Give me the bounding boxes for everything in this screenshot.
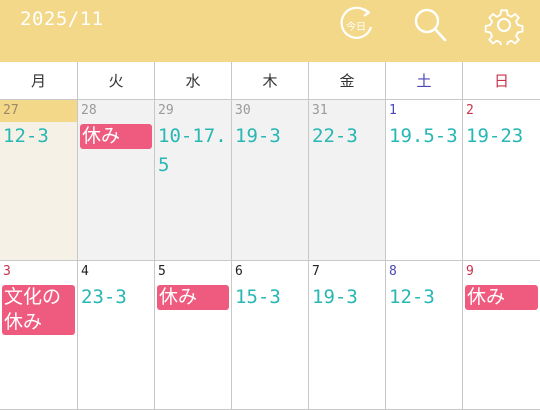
day-cell[interactable]: 4 23-3: [78, 261, 155, 410]
shift-time-entry[interactable]: 12-3: [386, 283, 462, 312]
gear-icon[interactable]: [484, 5, 524, 45]
day-number: 31: [312, 103, 328, 118]
day-cell[interactable]: 7 19-3: [309, 261, 386, 410]
day-off-badge[interactable]: 文化の休み: [2, 285, 75, 335]
shift-time-entry[interactable]: 15-3: [232, 283, 308, 312]
shift-time-entry[interactable]: 19.5-3: [386, 122, 462, 151]
day-number: 5: [158, 264, 166, 279]
day-cell[interactable]: 6 15-3: [232, 261, 309, 410]
day-number: 8: [389, 264, 397, 279]
today-calendar-icon[interactable]: 今日: [337, 5, 377, 45]
shift-time-entry[interactable]: 12-3: [0, 122, 77, 151]
weekday-header: 月 火 水 木 金 土 日: [0, 62, 540, 100]
day-number: 27: [0, 100, 77, 122]
day-cell[interactable]: 28 休み: [78, 100, 155, 261]
shift-time-entry[interactable]: 23-3: [78, 283, 154, 312]
day-cell[interactable]: 29 10-17.5: [155, 100, 232, 261]
day-off-badge[interactable]: 休み: [465, 285, 538, 310]
weekday-sun: 日: [493, 72, 509, 90]
day-number: 7: [312, 264, 320, 279]
weekday-sat: 土: [386, 62, 463, 99]
weekday-thu: 木: [232, 62, 309, 99]
search-icon[interactable]: [410, 5, 450, 45]
today-icon-label: 今日: [346, 20, 366, 33]
shift-time-entry[interactable]: 19-23: [463, 122, 540, 151]
month-title[interactable]: 2025/11: [20, 8, 104, 30]
weekday-fri: 金: [309, 62, 386, 99]
day-number: 29: [158, 103, 174, 118]
day-cell[interactable]: 8 12-3: [386, 261, 463, 410]
day-number: 2: [466, 103, 474, 118]
day-cell[interactable]: 5 休み: [155, 261, 232, 410]
day-off-badge[interactable]: 休み: [80, 124, 152, 149]
app-header: 2025/11 今日: [0, 0, 540, 62]
day-cell[interactable]: 3 文化の休み: [0, 261, 78, 410]
day-number: 28: [81, 103, 97, 118]
day-number: 4: [81, 264, 89, 279]
day-number: 30: [235, 103, 251, 118]
weekday-mon: 月: [0, 62, 78, 99]
day-off-badge[interactable]: 休み: [157, 285, 229, 310]
day-number: 3: [3, 264, 11, 279]
day-cell[interactable]: 9 休み: [463, 261, 540, 410]
shift-time-entry[interactable]: 19-3: [232, 122, 308, 151]
day-cell[interactable]: 31 22-3: [309, 100, 386, 261]
day-number: 6: [235, 264, 243, 279]
shift-time-entry[interactable]: 10-17.5: [155, 122, 231, 180]
day-number: 1: [389, 103, 397, 118]
shift-time-entry[interactable]: 22-3: [309, 122, 385, 151]
day-cell[interactable]: 27 12-3: [0, 100, 78, 261]
day-cell[interactable]: 1 19.5-3: [386, 100, 463, 261]
weekday-wed: 水: [155, 62, 232, 99]
day-number: 9: [466, 264, 474, 279]
shift-time-entry[interactable]: 19-3: [309, 283, 385, 312]
day-cell[interactable]: 30 19-3: [232, 100, 309, 261]
day-cell[interactable]: 2 19-23: [463, 100, 540, 261]
weekday-tue: 火: [78, 62, 155, 99]
calendar-grid: 27 12-3 28 休み 29 10-17.5 30 19-3 31 22-3 1 19.5-3 2 1…: [0, 100, 540, 410]
